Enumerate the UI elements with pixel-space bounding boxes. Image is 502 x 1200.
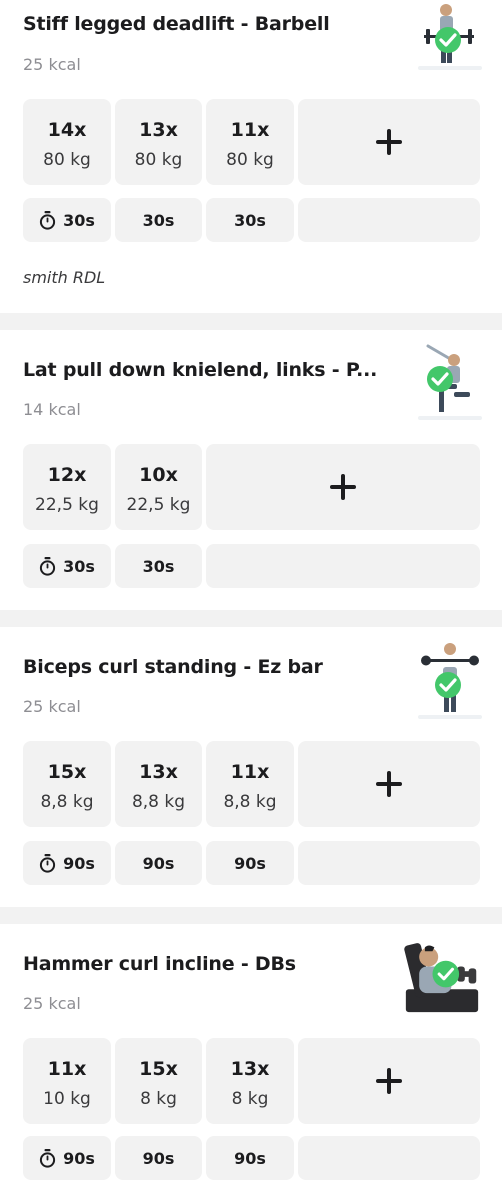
rest-time: 30s <box>63 210 95 230</box>
set-weight: 8,8 kg <box>40 792 94 812</box>
rest-empty-cell <box>298 841 480 885</box>
set-weight: 22,5 kg <box>126 495 191 515</box>
set-reps: 13x <box>139 761 178 783</box>
timer-icon <box>39 853 56 873</box>
rest-cell[interactable]: 90s <box>115 841 202 885</box>
exercise-title[interactable]: Stiff legged deadlift - Barbell <box>23 13 330 35</box>
rest-cell[interactable]: 30s <box>115 544 202 588</box>
rest-cell[interactable]: 90s <box>115 1136 202 1180</box>
set-cell[interactable]: 11x 10 kg <box>23 1038 111 1124</box>
exercise-kcal: 25 kcal <box>23 697 81 716</box>
set-weight: 8 kg <box>231 1089 269 1109</box>
add-set-button[interactable] <box>298 1038 480 1124</box>
set-reps: 15x <box>139 1058 178 1080</box>
set-weight: 8,8 kg <box>131 792 186 812</box>
set-reps: 14x <box>47 119 87 141</box>
rest-cell[interactable]: 90s <box>23 1136 111 1180</box>
set-cell[interactable]: 10x 22,5 kg <box>115 444 202 530</box>
set-cell[interactable]: 14x 80 kg <box>23 99 111 185</box>
rest-time: 90s <box>142 1148 175 1168</box>
set-weight: 10 kg <box>43 1089 91 1109</box>
set-cell[interactable]: 13x 8,8 kg <box>115 741 202 827</box>
rest-cell[interactable]: 30s <box>206 198 294 242</box>
rest-time: 30s <box>234 210 266 230</box>
add-set-button[interactable] <box>298 741 480 827</box>
exercise-kcal: 14 kcal <box>23 400 81 419</box>
set-reps: 13x <box>139 119 178 141</box>
timer-icon <box>39 1148 56 1168</box>
exercise-title[interactable]: Lat pull down knielend, links - P... <box>23 359 377 381</box>
set-reps: 12x <box>47 464 87 486</box>
exercise-card: Lat pull down knielend, links - P... 14 … <box>0 330 502 610</box>
rest-cell[interactable]: 90s <box>206 841 294 885</box>
exercise-thumbnail-icon[interactable] <box>404 936 480 1014</box>
section-separator <box>0 610 502 627</box>
set-cell[interactable]: 11x 80 kg <box>206 99 294 185</box>
exercise-title[interactable]: Biceps curl standing - Ez bar <box>23 656 323 678</box>
exercise-card: Biceps curl standing - Ez bar 25 kcal 15… <box>0 627 502 907</box>
set-reps: 11x <box>47 1058 87 1080</box>
set-cell[interactable]: 13x 80 kg <box>115 99 202 185</box>
set-cell[interactable]: 11x 8,8 kg <box>206 741 294 827</box>
set-weight: 80 kg <box>134 150 183 170</box>
rest-time: 30s <box>142 210 175 230</box>
plus-icon <box>376 1068 402 1094</box>
set-weight: 80 kg <box>43 150 91 170</box>
rest-time: 30s <box>142 556 175 576</box>
timer-icon <box>39 210 56 230</box>
set-cell[interactable]: 15x 8 kg <box>115 1038 202 1124</box>
rest-empty-cell <box>206 544 480 588</box>
section-separator <box>0 907 502 924</box>
exercise-thumbnail-icon[interactable] <box>416 641 484 719</box>
section-separator <box>0 313 502 330</box>
rest-cell[interactable]: 30s <box>23 544 111 588</box>
rest-empty-cell <box>298 198 480 242</box>
rest-time: 90s <box>142 853 175 873</box>
set-cell[interactable]: 13x 8 kg <box>206 1038 294 1124</box>
set-reps: 13x <box>230 1058 270 1080</box>
rest-time: 90s <box>63 1148 95 1168</box>
rest-time: 30s <box>63 556 95 576</box>
rest-cell[interactable]: 90s <box>206 1136 294 1180</box>
exercise-card: Stiff legged deadlift - Barbell 25 kcal … <box>0 0 502 313</box>
set-weight: 8 kg <box>140 1089 177 1109</box>
rest-cell[interactable]: 30s <box>115 198 202 242</box>
set-weight: 22,5 kg <box>35 495 99 515</box>
add-set-button[interactable] <box>206 444 480 530</box>
rest-cell[interactable]: 30s <box>23 198 111 242</box>
rest-time: 90s <box>63 853 95 873</box>
exercise-card: Hammer curl incline - DBs 25 kcal 11x 10… <box>0 924 502 1200</box>
set-cell[interactable]: 12x 22,5 kg <box>23 444 111 530</box>
exercise-kcal: 25 kcal <box>23 55 81 74</box>
timer-icon <box>39 556 56 576</box>
set-reps: 11x <box>230 761 270 783</box>
exercise-kcal: 25 kcal <box>23 994 81 1013</box>
add-set-button[interactable] <box>298 99 480 185</box>
set-reps: 15x <box>47 761 87 783</box>
rest-time: 90s <box>234 853 266 873</box>
set-cell[interactable]: 15x 8,8 kg <box>23 741 111 827</box>
exercise-title[interactable]: Hammer curl incline - DBs <box>23 953 296 975</box>
plus-icon <box>330 474 356 500</box>
plus-icon <box>376 129 402 155</box>
set-weight: 8,8 kg <box>223 792 277 812</box>
exercise-note[interactable]: smith RDL <box>23 268 105 287</box>
set-weight: 80 kg <box>226 150 274 170</box>
set-reps: 10x <box>139 464 178 486</box>
exercise-thumbnail-icon[interactable] <box>416 344 484 422</box>
exercise-thumbnail-icon[interactable] <box>416 0 484 78</box>
rest-cell[interactable]: 90s <box>23 841 111 885</box>
rest-empty-cell <box>298 1136 480 1180</box>
plus-icon <box>376 771 402 797</box>
set-reps: 11x <box>230 119 270 141</box>
rest-time: 90s <box>234 1148 266 1168</box>
